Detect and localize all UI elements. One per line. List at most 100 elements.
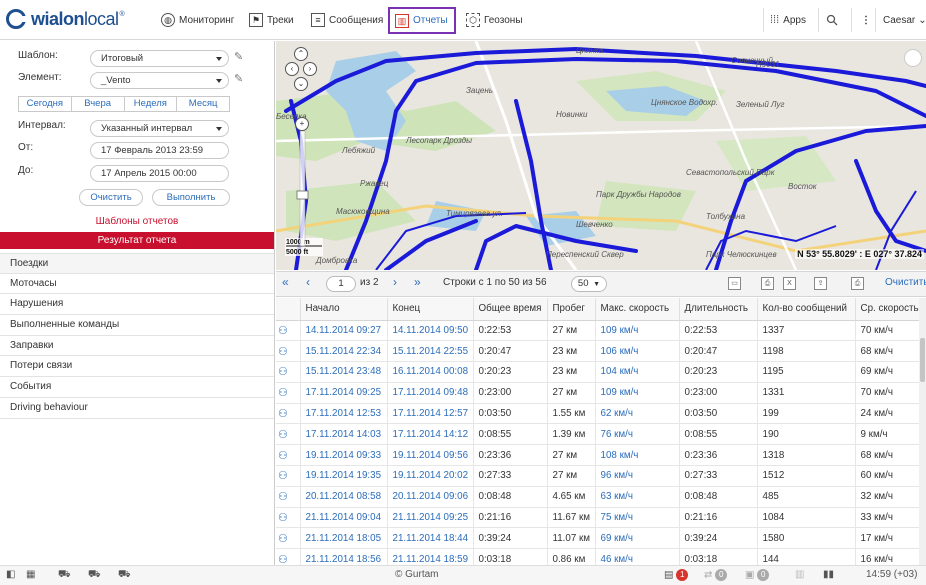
truck-icon[interactable]: ⛟ [58, 569, 71, 582]
list-item[interactable]: Заправки [0, 335, 274, 357]
binoculars-icon[interactable]: ⚇ [276, 444, 301, 467]
search-button[interactable] [826, 9, 838, 31]
map-view-icon[interactable]: ▭ [728, 277, 741, 290]
nav-messages[interactable]: ≡ Сообщения [311, 9, 383, 31]
table-row[interactable]: ⚇ 17.11.2014 09:25 17.11.2014 09:48 0:23:00… [276, 382, 926, 404]
table-cell[interactable]: 69 км/ч [595, 527, 680, 550]
table-cell[interactable]: 16.11.2014 00:08 [387, 361, 474, 383]
nav-geofences[interactable]: ⬡ Геозоны [466, 9, 523, 31]
binoculars-icon[interactable]: ⚇ [276, 320, 301, 342]
table-cell[interactable]: 15.11.2014 22:34 [300, 340, 388, 363]
table-cell[interactable]: 62 км/ч [595, 403, 680, 425]
zoom-in-icon[interactable]: + [295, 117, 309, 131]
table-cell[interactable]: 21.11.2014 18:59 [387, 548, 474, 565]
layout-icon[interactable]: ▥ [795, 569, 804, 580]
column-header[interactable]: Ср. скорость [855, 298, 926, 321]
template-select[interactable]: Итоговый [90, 50, 229, 67]
table-cell[interactable]: 20.11.2014 09:06 [387, 486, 474, 508]
events-status-button[interactable]: ▣ 0 [745, 569, 770, 581]
period-today[interactable]: Сегодня [19, 97, 72, 111]
table-cell[interactable]: 109 км/ч [595, 320, 680, 342]
sound-icon[interactable]: ▮▮ [823, 569, 834, 580]
user-menu[interactable]: Caesar ⌄ [883, 9, 926, 31]
to-date-field[interactable]: 17 Апрель 2015 00:00 [90, 165, 229, 182]
pan-up-icon[interactable]: ⌃ [294, 47, 308, 61]
page-size-select[interactable]: 50 ▼ [571, 276, 607, 292]
page-input[interactable]: 1 [326, 276, 356, 292]
prev-page-icon[interactable]: ‹ [306, 275, 310, 289]
table-row[interactable]: ⚇ 17.11.2014 12:53 17.11.2014 12:57 0:03:50… [276, 403, 926, 425]
table-cell[interactable]: 20.11.2014 08:58 [300, 486, 388, 508]
table-cell[interactable]: 76 км/ч [595, 423, 680, 446]
binoculars-icon[interactable]: ⚇ [276, 548, 301, 565]
table-cell[interactable]: 17.11.2014 12:57 [387, 403, 474, 425]
wialon-logo[interactable]: wialonlocal ® [6, 8, 125, 30]
wrench-icon[interactable]: ✎ [234, 72, 252, 86]
export-icon[interactable]: ⇪ [814, 277, 827, 290]
more-menu-button[interactable]: ⋮ [861, 9, 871, 31]
apps-button[interactable]: ⁞⁞⁞ Apps [770, 9, 806, 31]
list-item[interactable]: Потери связи [0, 356, 274, 378]
notifications-button[interactable]: ▤ 1 [664, 569, 689, 581]
table-cell[interactable]: 19.11.2014 09:33 [300, 444, 388, 467]
table-row[interactable]: ⚇ 21.11.2014 18:56 21.11.2014 18:59 0:03:18… [276, 548, 926, 565]
table-cell[interactable]: 63 км/ч [595, 486, 680, 508]
element-select[interactable]: _Vento [90, 72, 229, 89]
run-button[interactable]: Выполнить [152, 189, 230, 206]
table-cell[interactable]: 21.11.2014 09:25 [387, 507, 474, 529]
table-cell[interactable]: 75 км/ч [595, 507, 680, 529]
first-page-icon[interactable]: « [282, 275, 289, 289]
messages-status-button[interactable]: ⇄ 0 [704, 569, 728, 581]
table-cell[interactable]: 19.11.2014 09:56 [387, 444, 474, 467]
table-cell[interactable]: 21.11.2014 09:04 [300, 507, 388, 529]
table-row[interactable]: ⚇ 17.11.2014 14:03 17.11.2014 14:12 0:08:55… [276, 423, 926, 446]
table-row[interactable]: ⚇ 21.11.2014 09:04 21.11.2014 09:25 0:21:16… [276, 507, 926, 529]
next-page-icon[interactable]: › [393, 275, 397, 289]
table-cell[interactable]: 17.11.2014 09:48 [387, 382, 474, 404]
list-item[interactable]: Выполненные команды [0, 315, 274, 336]
table-cell[interactable]: 21.11.2014 18:44 [387, 527, 474, 550]
report-templates-link[interactable]: Шаблоны отчетов [0, 213, 274, 230]
pan-down-icon[interactable]: ⌄ [294, 77, 308, 91]
table-row[interactable]: ⚇ 19.11.2014 09:33 19.11.2014 09:56 0:23:36… [276, 444, 926, 467]
table-cell[interactable]: 17.11.2014 14:03 [300, 423, 388, 446]
list-item[interactable]: Driving behaviour [0, 397, 274, 419]
map-view[interactable]: Цнянка Солнечный Н9031 Зацень Новинки Цн… [276, 41, 926, 270]
table-cell[interactable]: 17.11.2014 09:25 [300, 382, 388, 404]
table-cell[interactable]: 21.11.2014 18:56 [300, 548, 388, 565]
table-cell[interactable]: 104 км/ч [595, 361, 680, 383]
print-icon[interactable]: ⎙ [851, 277, 864, 290]
column-header[interactable]: Кол-во сообщений [757, 298, 856, 321]
truck-group-icon[interactable]: ⛟ [88, 569, 101, 582]
binoculars-icon[interactable]: ⚇ [276, 465, 301, 487]
period-week[interactable]: Неделя [125, 97, 178, 111]
column-header[interactable]: Начало [300, 298, 388, 321]
table-row[interactable]: ⚇ 19.11.2014 19:35 19.11.2014 20:02 0:27:33… [276, 465, 926, 487]
table-cell[interactable]: 109 км/ч [595, 382, 680, 404]
period-yesterday[interactable]: Вчера [72, 97, 125, 111]
binoculars-icon[interactable]: ⚇ [276, 361, 301, 383]
table-cell[interactable]: 106 км/ч [595, 340, 680, 363]
table-cell[interactable]: 46 км/ч [595, 548, 680, 565]
table-row[interactable]: ⚇ 14.11.2014 09:27 14.11.2014 09:50 0:22:53… [276, 320, 926, 342]
nav-monitoring[interactable]: ◍ Мониторинг [161, 9, 234, 31]
pan-right-icon[interactable]: › [303, 62, 317, 76]
column-header[interactable]: Общее время [473, 298, 548, 321]
from-date-field[interactable]: 17 Февраль 2013 23:59 [90, 142, 229, 159]
clear-button[interactable]: Очистить [79, 189, 143, 206]
pan-left-icon[interactable]: ‹ [285, 62, 299, 76]
table-cell[interactable]: 108 км/ч [595, 444, 680, 467]
binoculars-icon[interactable]: ⚇ [276, 403, 301, 425]
column-header[interactable]: Длительность [679, 298, 758, 321]
column-header[interactable]: Конец [387, 298, 474, 321]
nav-reports[interactable]: ▥ Отчеты [388, 7, 456, 34]
interval-select[interactable]: Указанный интервал [90, 120, 229, 137]
panel-toggle-icon[interactable]: ◧ [6, 569, 15, 580]
nav-tracks[interactable]: ⚑ Треки [249, 9, 294, 31]
binoculars-icon[interactable]: ⚇ [276, 486, 301, 508]
last-page-icon[interactable]: » [414, 275, 421, 289]
table-cell[interactable]: 15.11.2014 22:55 [387, 340, 474, 363]
list-item[interactable]: Моточасы [0, 273, 274, 295]
table-cell[interactable]: 14.11.2014 09:50 [387, 320, 474, 342]
grid-layout-icon[interactable]: ▦ [26, 569, 35, 580]
